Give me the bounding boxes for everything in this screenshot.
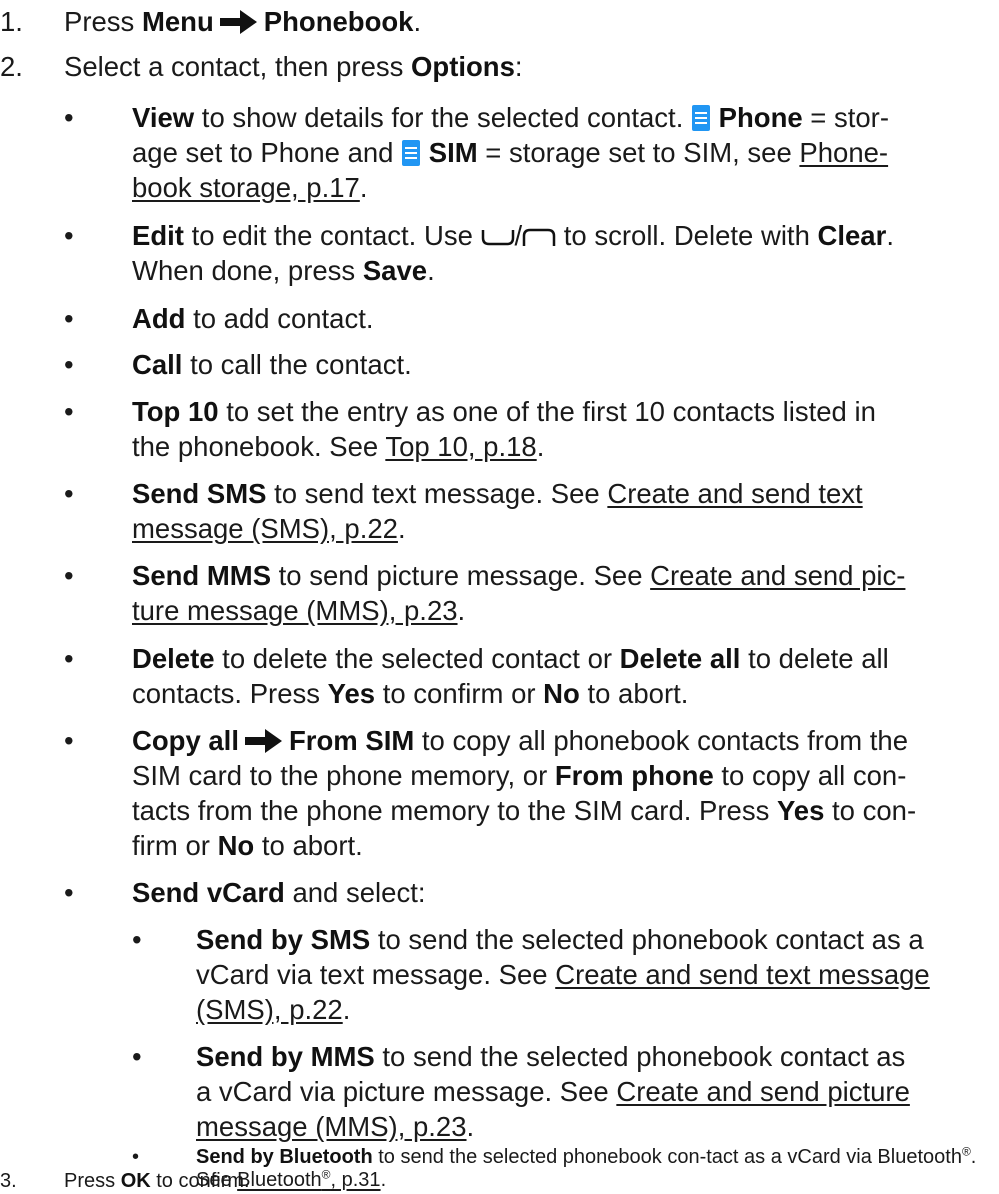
sim-storage-icon: [402, 140, 421, 166]
bullet: •: [132, 1041, 142, 1072]
top10-link[interactable]: Top 10, p.18: [385, 431, 536, 462]
create-sms-link[interactable]: Create and send text: [607, 478, 862, 509]
nav-up-icon: [522, 228, 556, 246]
step-text: Press Menu Phonebook.: [64, 6, 422, 37]
bullet: •: [64, 877, 74, 908]
bullet: •: [64, 102, 74, 133]
bullet: •: [64, 349, 74, 380]
create-mms-link[interactable]: Create and send picture: [616, 1076, 910, 1107]
menu-label: Menu: [141, 6, 214, 37]
phonebook-storage-link[interactable]: book storage, p.17: [132, 172, 360, 203]
phonebook-label: Phonebook: [263, 6, 414, 37]
create-sms-link[interactable]: Create and send text message: [555, 959, 930, 990]
step-number: 2.: [0, 51, 23, 82]
create-mms-link[interactable]: Create and send pic-: [650, 560, 905, 591]
step-text: Press OK to confirm.: [64, 1170, 250, 1192]
bullet: •: [64, 220, 74, 251]
step-text: Select a contact, then press Options:: [64, 51, 523, 82]
create-sms-link[interactable]: (SMS), p.22: [196, 994, 343, 1025]
bullet: •: [64, 396, 74, 427]
ok-label: OK: [120, 1170, 151, 1192]
create-mms-link[interactable]: ture message (MMS), p.23: [132, 595, 458, 626]
step-number: 3.: [0, 1170, 17, 1192]
options-label: Options: [411, 51, 515, 82]
arrow-right-icon: [219, 10, 257, 34]
sim-storage-icon: [691, 105, 710, 131]
manual-page: 1. Press Menu Phonebook. 2. Select a cont…: [0, 0, 999, 1194]
bullet: •: [64, 303, 74, 334]
create-sms-link[interactable]: message (SMS), p.22: [132, 513, 398, 544]
create-mms-link[interactable]: message (MMS), p.23: [196, 1111, 467, 1142]
bullet: •: [132, 924, 142, 955]
bullet: •: [64, 560, 74, 591]
step-number: 1.: [0, 6, 23, 37]
bullet: •: [64, 643, 74, 674]
bullet: •: [64, 725, 74, 756]
arrow-right-icon: [244, 729, 282, 753]
bullet: •: [64, 478, 74, 509]
bullet: •: [132, 1146, 140, 1168]
phonebook-storage-link[interactable]: Phone-: [799, 137, 888, 168]
nav-down-icon: [481, 230, 514, 246]
